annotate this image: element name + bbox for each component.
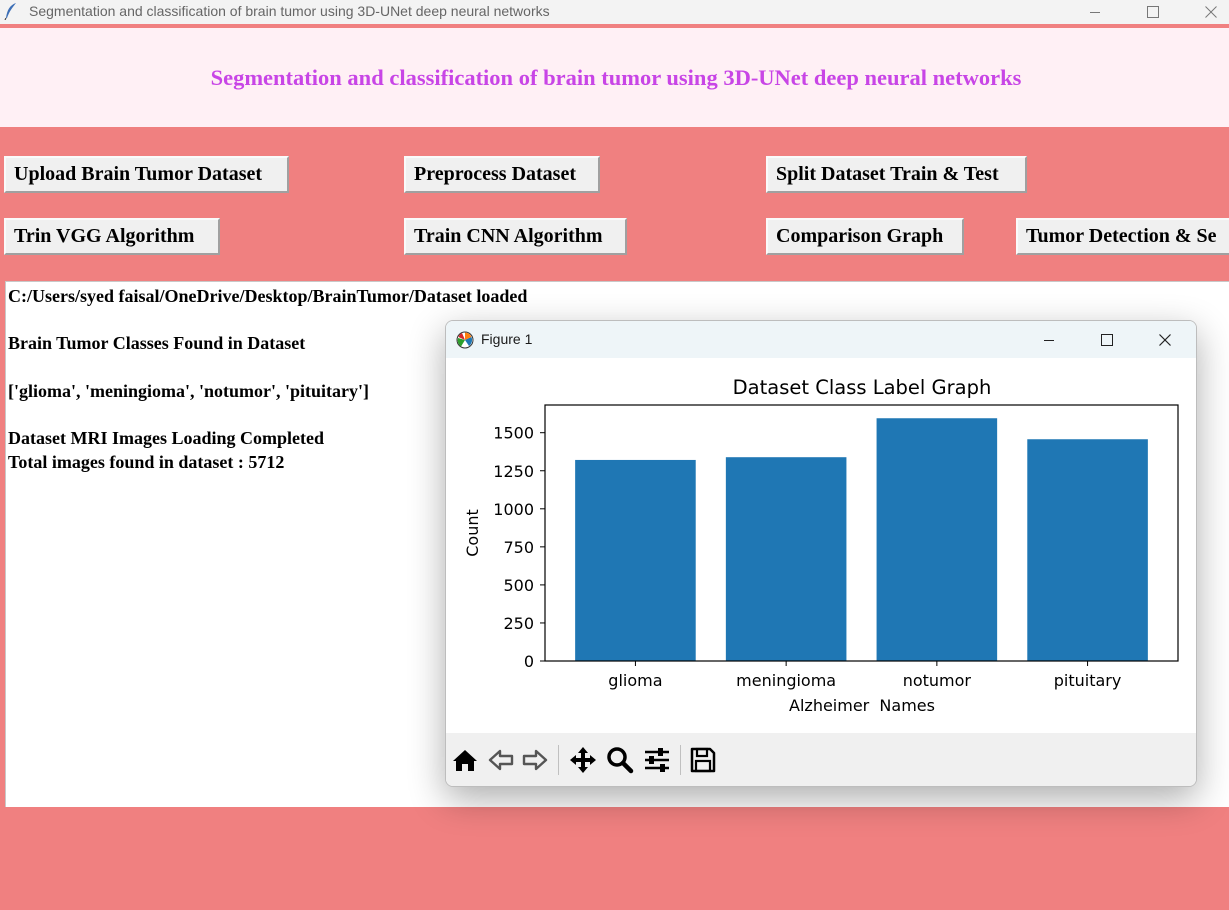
y-axis-label: Count [463, 509, 482, 557]
bar-chart: Dataset Class Label Graph 0 250 500 750 1000… [463, 376, 1179, 715]
x-tick-label: glioma [608, 671, 662, 690]
bar-notumor [876, 418, 998, 661]
output-line: Total images found in dataset : 5712 [8, 452, 285, 472]
forward-arrow-icon [522, 749, 548, 771]
figure-title: Figure 1 [481, 331, 533, 347]
feather-icon [4, 3, 16, 20]
close-icon [1159, 333, 1171, 346]
figure-window: Figure 1 Dataset Class Label Graph 0 250 5… [445, 320, 1197, 787]
x-tick-label: meningioma [736, 671, 836, 690]
back-arrow-icon [488, 749, 514, 771]
window-title: Segmentation and classification of brain… [29, 3, 550, 19]
y-tick-label: 500 [503, 576, 534, 595]
close-icon [1205, 6, 1217, 18]
close-button[interactable] [1188, 0, 1229, 24]
zoom-icon [607, 747, 634, 774]
save-button[interactable] [689, 746, 717, 774]
minimize-icon [1044, 339, 1054, 341]
x-tick-label: pituitary [1054, 671, 1122, 690]
figure-close-button[interactable] [1136, 321, 1194, 358]
comparison-graph-button[interactable]: Comparison Graph [766, 218, 964, 255]
train-vgg-button[interactable]: Trin VGG Algorithm [4, 218, 220, 255]
back-button[interactable] [487, 746, 515, 774]
matplotlib-icon [456, 331, 474, 349]
y-tick-label: 1500 [493, 424, 534, 443]
chart-title: Dataset Class Label Graph [733, 376, 992, 399]
window-titlebar: Segmentation and classification of brain… [0, 0, 1229, 24]
page-title: Segmentation and classification of brain… [210, 65, 1022, 90]
pan-icon [570, 747, 596, 773]
y-tick-label: 1000 [493, 500, 534, 519]
maximize-button[interactable] [1130, 0, 1176, 24]
figure-toolbar [446, 733, 1196, 786]
forward-button[interactable] [521, 746, 549, 774]
save-icon [690, 747, 716, 773]
maximize-icon [1147, 6, 1159, 18]
output-line: Dataset MRI Images Loading Completed [8, 428, 324, 448]
minimize-button[interactable] [1072, 0, 1118, 24]
tumor-detection-button[interactable]: Tumor Detection & Se [1016, 218, 1229, 255]
bar-meningioma [725, 457, 847, 661]
maximize-icon [1101, 333, 1113, 346]
zoom-button[interactable] [606, 746, 634, 774]
bar-pituitary [1027, 439, 1148, 661]
configure-subplots-button[interactable] [643, 746, 671, 774]
x-axis-label: Alzheimer Names [789, 696, 935, 715]
figure-minimize-button[interactable] [1020, 321, 1078, 358]
configure-subplots-icon [645, 748, 669, 772]
app-header: Segmentation and classification of brain… [0, 28, 1229, 127]
toolbar-separator [680, 745, 681, 775]
output-line: C:/Users/syed faisal/OneDrive/Desktop/Br… [8, 286, 528, 306]
train-cnn-button[interactable]: Train CNN Algorithm [404, 218, 627, 255]
output-line: ['glioma', 'meningioma', 'notumor', 'pit… [8, 381, 369, 401]
minimize-icon [1090, 12, 1100, 13]
y-tick-label: 1250 [493, 462, 534, 481]
y-tick-label: 250 [503, 614, 534, 633]
upload-dataset-button[interactable]: Upload Brain Tumor Dataset [4, 156, 289, 193]
output-line: Brain Tumor Classes Found in Dataset [8, 333, 306, 353]
figure-titlebar: Figure 1 [446, 321, 1196, 358]
figure-maximize-button[interactable] [1078, 321, 1136, 358]
y-tick-label: 0 [524, 652, 534, 671]
x-tick-label: notumor [903, 671, 972, 690]
split-dataset-button[interactable]: Split Dataset Train & Test [766, 156, 1027, 193]
home-button[interactable] [451, 746, 479, 774]
preprocess-dataset-button[interactable]: Preprocess Dataset [404, 156, 600, 193]
home-icon [453, 750, 477, 771]
toolbar-separator [558, 745, 559, 775]
pan-button[interactable] [569, 746, 597, 774]
bar-glioma [575, 459, 696, 661]
y-tick-label: 750 [503, 538, 534, 557]
